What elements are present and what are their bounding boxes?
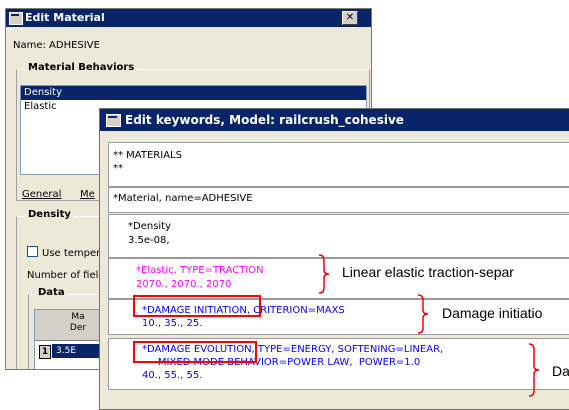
- annotation-evolution: Da: [552, 363, 569, 379]
- damage-evolution-highlight: [133, 341, 257, 363]
- annotation-elastic: Linear elastic traction-separ: [342, 264, 514, 280]
- menu-general[interactable]: General: [18, 187, 65, 203]
- elastic-brace-icon: [318, 254, 330, 294]
- behavior-item-density[interactable]: Density: [21, 86, 366, 100]
- material-name-label: Name: ADHESIVE: [13, 40, 100, 51]
- keyword-line: *Material, name=ADHESIVE: [113, 193, 253, 204]
- use-temperature-checkbox[interactable]: Use temper: [27, 246, 100, 259]
- edit-keywords-window: Edit keywords, Model: railcrush_cohesive…: [99, 108, 569, 410]
- number-of-fields-label: Number of fiel: [27, 270, 99, 281]
- behavior-menu-bar: General Me: [16, 187, 106, 205]
- keyword-block-material[interactable]: *Material, name=ADHESIVE: [108, 187, 569, 213]
- keyword-line: 3.5e-08,: [128, 235, 170, 246]
- damage-initiation-params: CRITERION=MAXS: [250, 305, 345, 316]
- edit-material-titlebar[interactable]: Edit Material ✕: [6, 9, 371, 27]
- material-behaviors-heading: Material Behaviors: [25, 62, 138, 73]
- keyword-block-materials[interactable]: ** MATERIALS **: [108, 142, 569, 187]
- checkbox-icon[interactable]: [27, 246, 38, 257]
- edit-material-title: Edit Material: [25, 11, 105, 24]
- use-temperature-label: Use temper: [42, 248, 101, 259]
- evolution-brace-icon: [528, 343, 540, 397]
- keyword-line: 40., 55., 55.: [142, 370, 203, 381]
- annotation-initiation: Damage initiatio: [442, 305, 543, 321]
- damage-evolution-params: TYPE=ENERGY, SOFTENING=LINEAR,: [254, 344, 444, 355]
- data-heading: Data: [35, 287, 68, 298]
- edit-keywords-titlebar[interactable]: Edit keywords, Model: railcrush_cohesive: [100, 109, 569, 131]
- table-row-index: 1: [39, 345, 51, 359]
- window-app-icon: [9, 12, 23, 25]
- keyword-line: 2070., 2070., 2070: [136, 279, 232, 290]
- menu-mechanical[interactable]: Me: [76, 187, 99, 203]
- keyword-line: *Elastic, TYPE=TRACTION: [136, 265, 264, 276]
- edit-keywords-title: Edit keywords, Model: railcrush_cohesive: [125, 113, 404, 127]
- keyword-block-density[interactable]: *Density 3.5e-08,: [108, 214, 569, 258]
- initiation-brace-icon: [417, 294, 429, 334]
- header-line-1: Ma: [71, 312, 85, 322]
- keyword-line: ** MATERIALS: [113, 150, 182, 161]
- header-line-2: Der: [69, 323, 87, 333]
- density-heading: Density: [25, 209, 74, 220]
- keyword-line: *Density: [128, 221, 172, 232]
- close-icon[interactable]: ✕: [342, 11, 358, 25]
- window-app-icon: [106, 114, 121, 127]
- keyword-line: 10., 35., 25.: [142, 318, 203, 329]
- keyword-line: **: [113, 163, 123, 174]
- damage-initiation-highlight: [133, 295, 261, 317]
